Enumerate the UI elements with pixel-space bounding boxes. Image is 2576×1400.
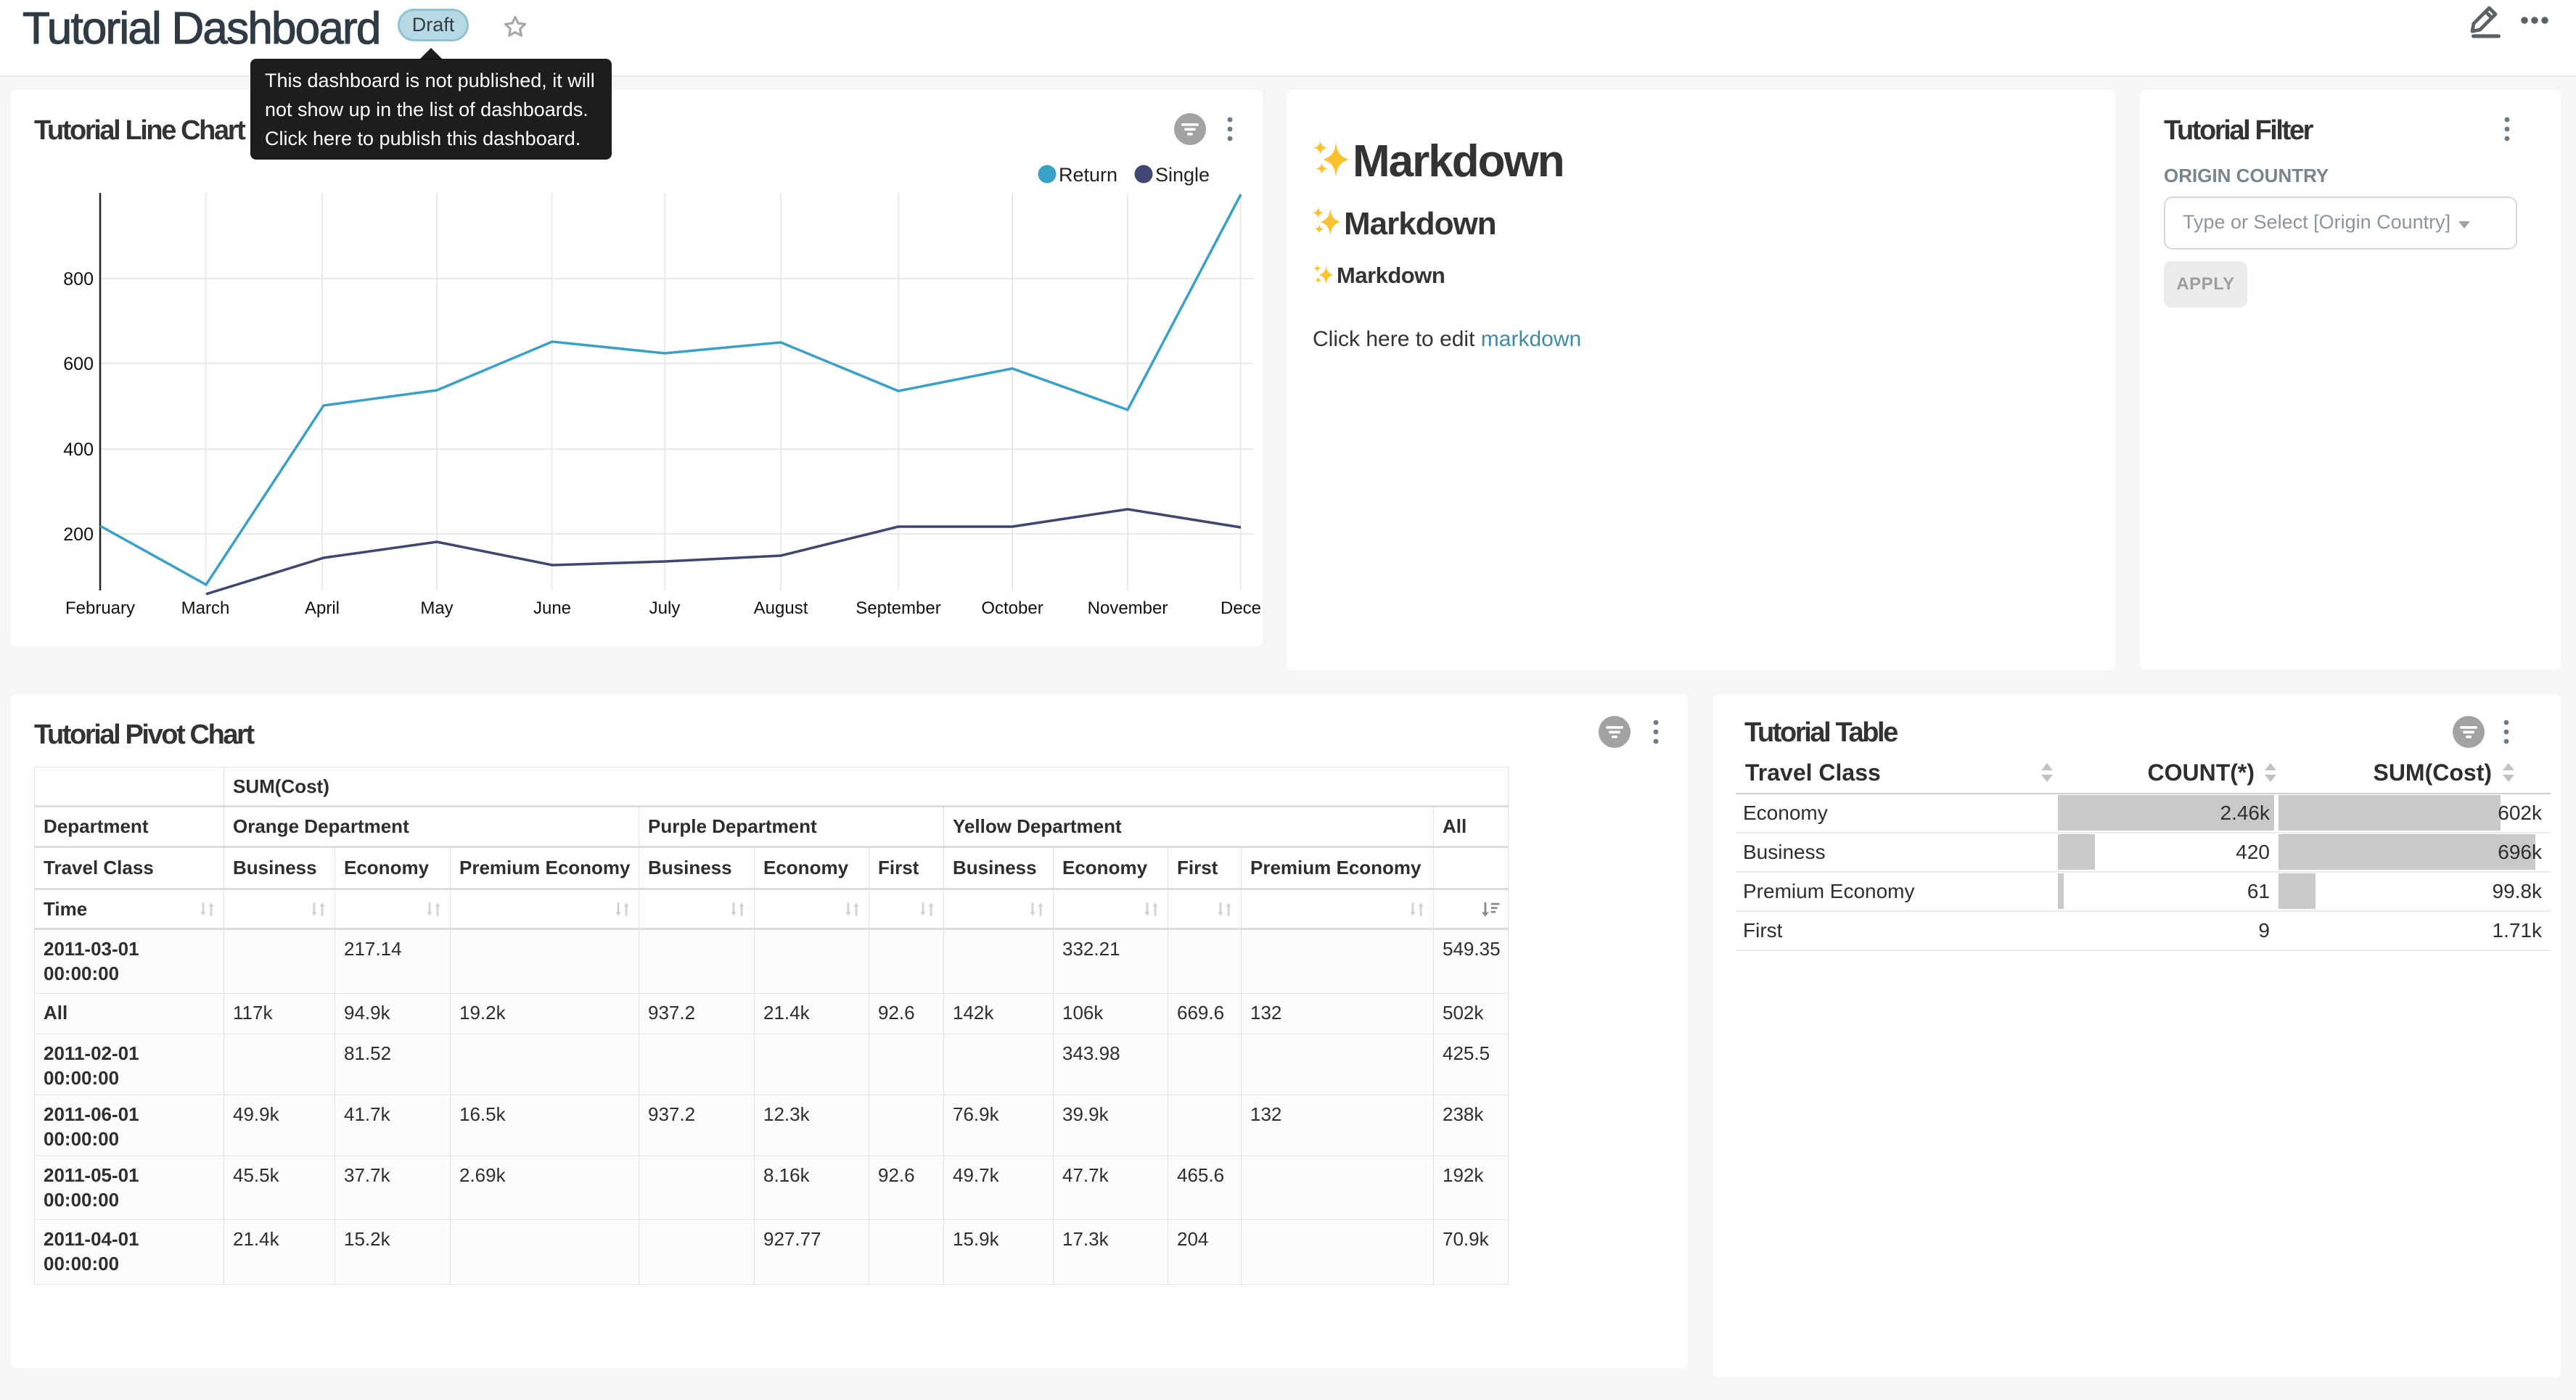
svg-text:Dece: Dece (1221, 598, 1261, 618)
svg-text:February: February (65, 598, 135, 618)
svg-text:200: 200 (63, 524, 94, 545)
svg-text:March: March (181, 598, 230, 618)
svg-text:August: August (754, 598, 808, 618)
svg-text:400: 400 (63, 440, 94, 460)
svg-text:Return: Return (1059, 164, 1117, 186)
svg-text:May: May (420, 598, 453, 618)
svg-text:June: June (533, 598, 571, 618)
svg-text:800: 800 (63, 269, 94, 289)
svg-text:July: July (649, 598, 681, 618)
svg-text:April: April (305, 598, 340, 618)
svg-text:September: September (856, 598, 940, 618)
svg-text:October: October (981, 598, 1043, 618)
svg-text:November: November (1088, 598, 1168, 618)
svg-text:600: 600 (63, 354, 94, 374)
svg-text:Single: Single (1155, 164, 1210, 186)
